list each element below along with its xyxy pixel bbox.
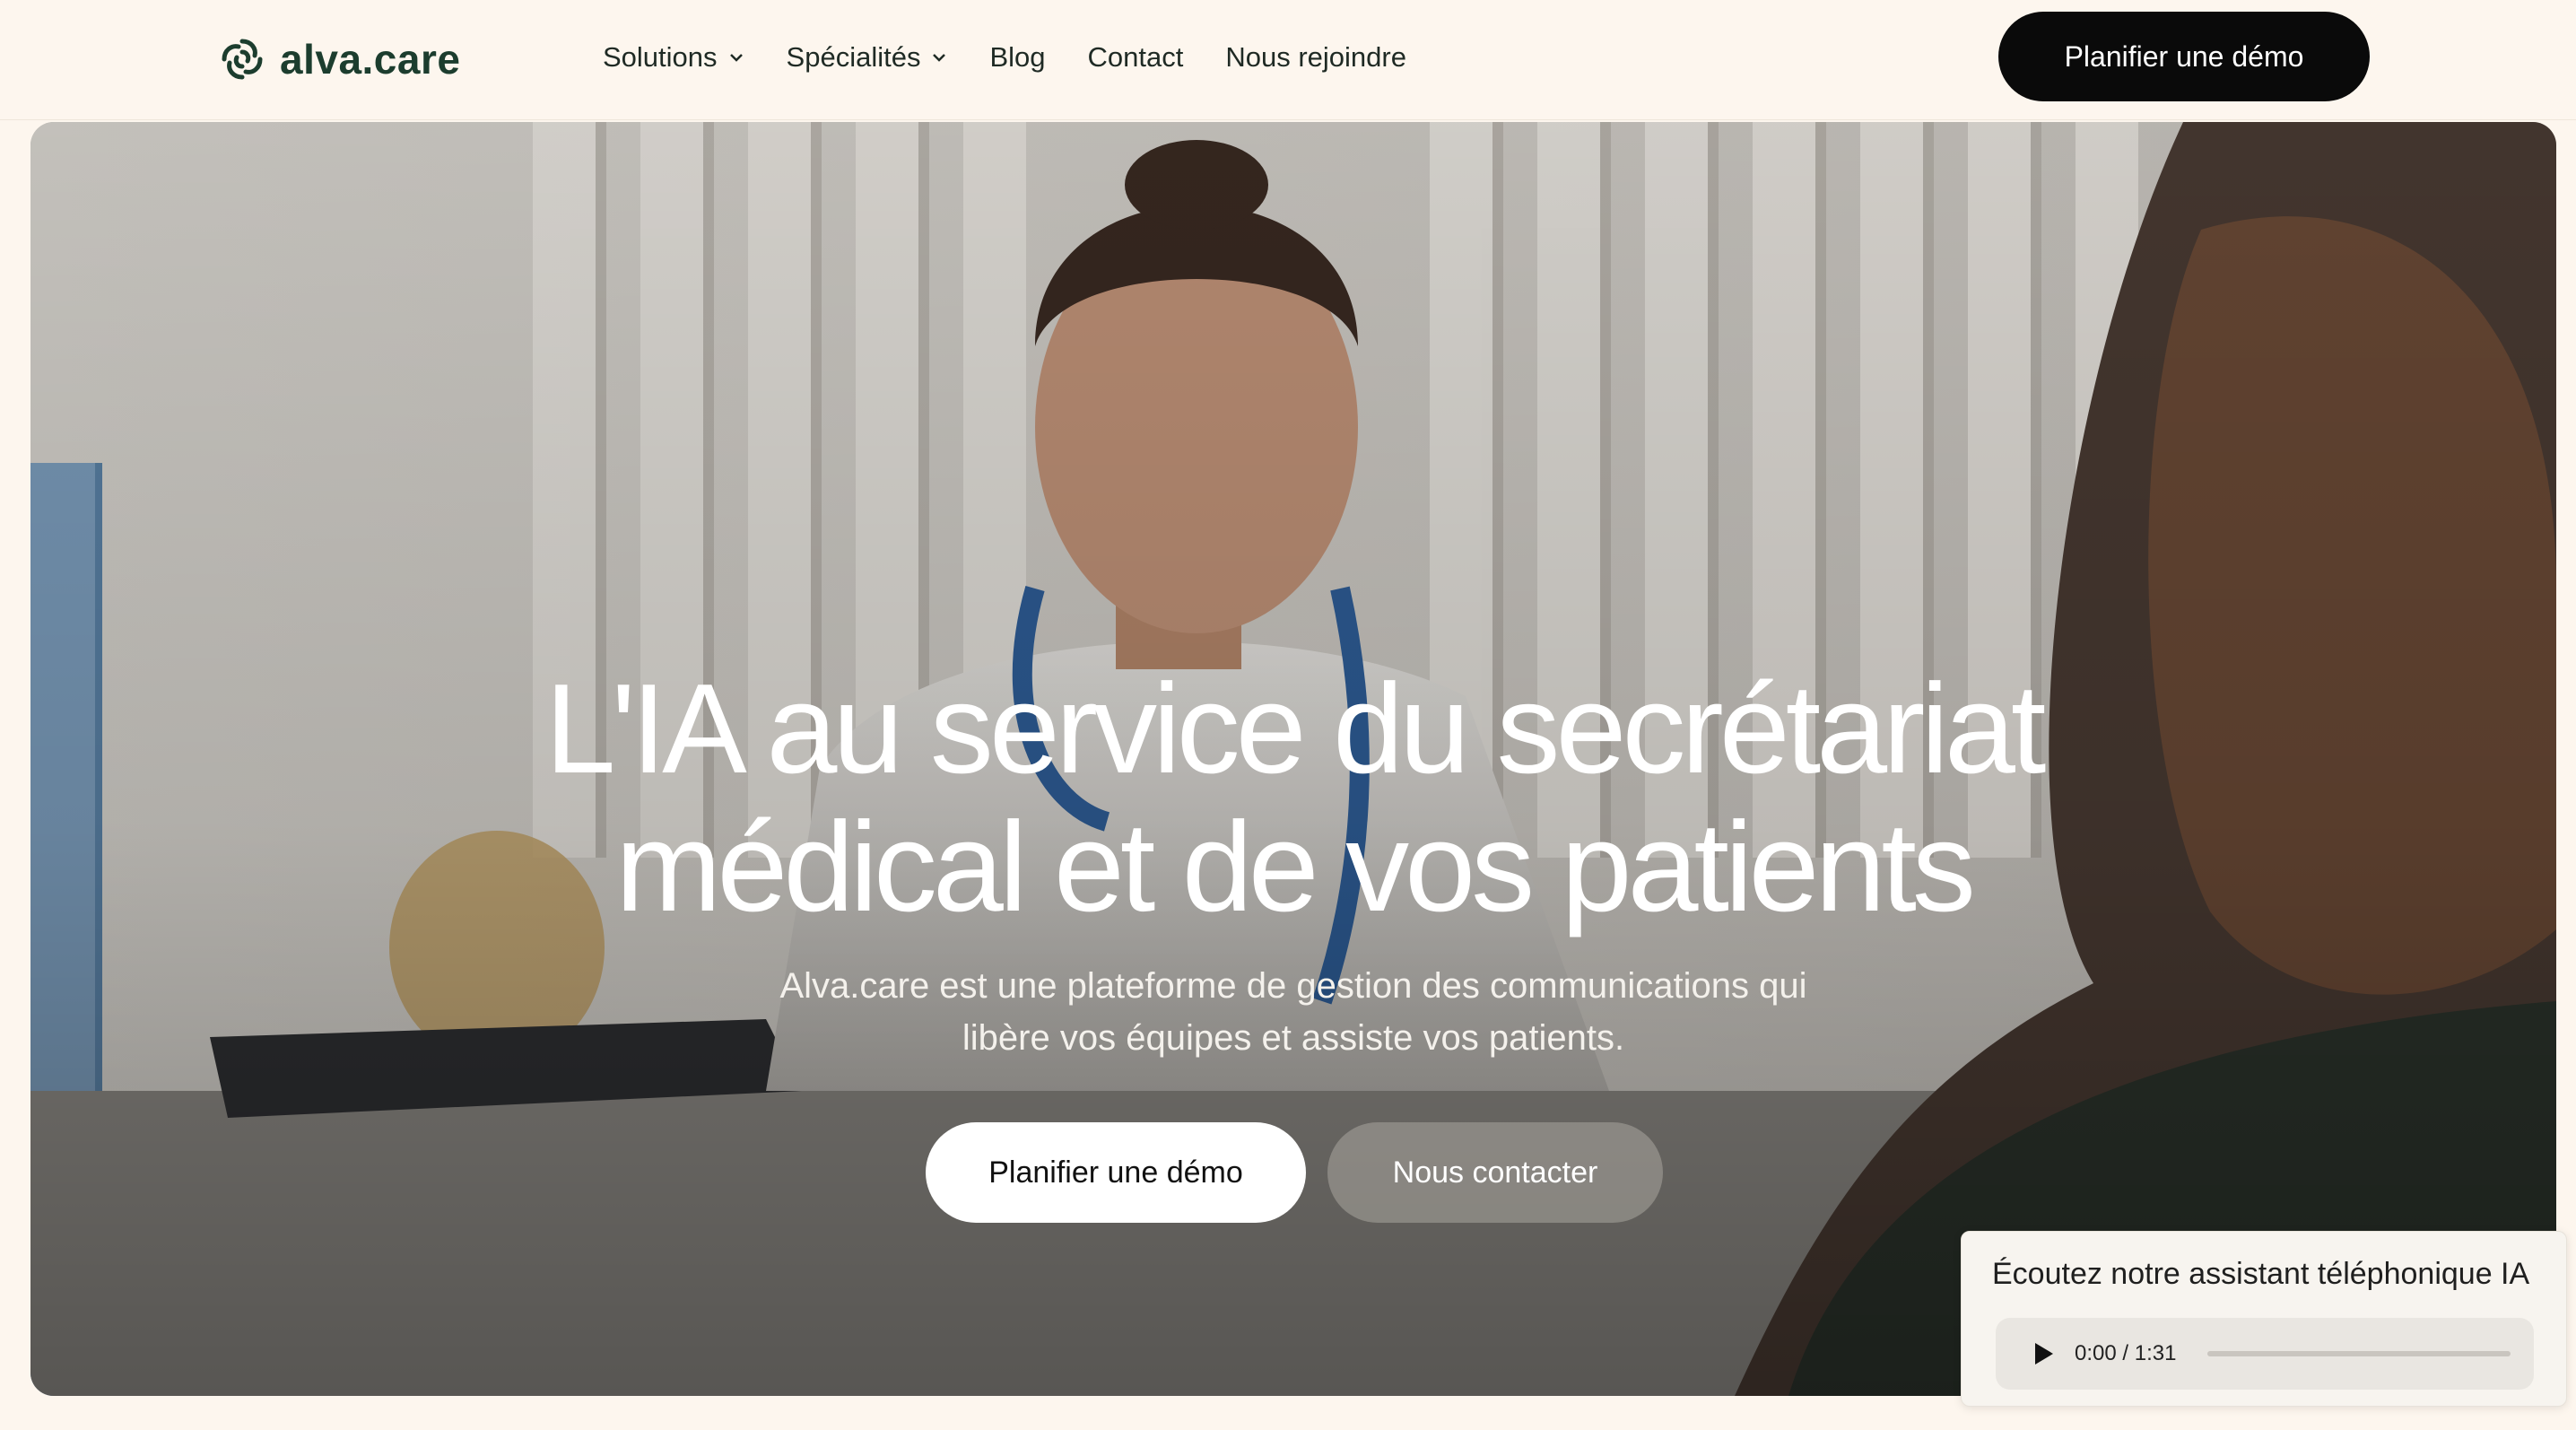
hero-title: L'IA au service du secrétariat médical e… [307,660,2280,937]
nav-item-label: Solutions [603,41,718,73]
site-header: alva.care Solutions Spécialités Blog Con… [0,0,2576,120]
nav-item-label: Contact [1087,41,1184,73]
nav-item-blog[interactable]: Blog [989,41,1045,74]
nav-item-label: Nous rejoindre [1225,41,1406,73]
plan-demo-button-header[interactable]: Planifier une démo [1998,12,2370,101]
hero-title-line-1: L'IA au service du secrétariat [544,658,2047,800]
nav-item-nous-rejoindre[interactable]: Nous rejoindre [1225,41,1406,74]
nav-item-contact[interactable]: Contact [1088,41,1184,74]
chevron-down-icon [933,54,946,62]
nav-item-solutions[interactable]: Solutions [603,41,744,74]
hero-section: L'IA au service du secrétariat médical e… [30,122,2556,1396]
chevron-down-icon [729,54,743,62]
play-icon[interactable] [2028,1339,2057,1368]
nav-item-label: Spécialités [786,41,921,73]
audio-time: 0:00 / 1:31 [2075,1341,2177,1365]
logo[interactable]: alva.care [215,27,460,92]
audio-widget-title: Écoutez notre assistant téléphonique IA [1992,1257,2530,1291]
nav-item-label: Blog [989,41,1046,73]
audio-progress-track[interactable] [2207,1351,2511,1356]
hero-subtitle-line-1: Alva.care est une plateforme de gestion … [779,966,1807,1006]
hero-subtitle-line-2: libère vos équipes et assiste vos patien… [962,1018,1625,1058]
hero-subtitle: Alva.care est une plateforme de gestion … [666,960,1921,1064]
alva-logo-icon [222,39,263,80]
logo-text: alva.care [280,36,461,83]
audio-player: 0:00 / 1:31 [1996,1318,2534,1390]
hero-title-line-2: médical et de vos patients [615,796,1976,938]
main-nav: Solutions Spécialités Blog Contact Nous … [603,32,1449,83]
audio-assistant-widget: Écoutez notre assistant téléphonique IA … [1961,1231,2567,1407]
plan-demo-button[interactable]: Planifier une démo [926,1122,1306,1223]
nav-item-specialites[interactable]: Spécialités [787,41,948,74]
contact-us-button[interactable]: Nous contacter [1327,1122,1663,1223]
